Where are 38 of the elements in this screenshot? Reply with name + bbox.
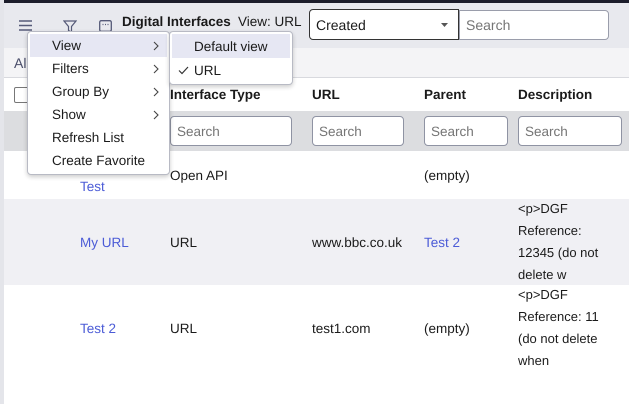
caret-icon: [441, 22, 448, 26]
table-cell: (empty): [424, 168, 470, 182]
column-header[interactable]: Interface Type: [170, 87, 261, 102]
table-cell: (empty): [424, 320, 470, 336]
column-header[interactable]: Description: [518, 87, 592, 102]
column-header[interactable]: URL: [312, 87, 340, 102]
record-link[interactable]: Test 2: [80, 320, 116, 336]
record-link[interactable]: Test: [80, 178, 105, 194]
column-header[interactable]: Parent: [424, 87, 466, 102]
menu-item[interactable]: Group By: [30, 80, 167, 103]
table-cell-text: <p>DGF Reference: 12345 (do not delete w: [518, 200, 600, 284]
column-search-field[interactable]: Search: [170, 116, 292, 146]
list-title: Digital Interfaces: [122, 14, 231, 29]
table-cell-text: <p>DGF Reference: 11 (do not delete when: [518, 286, 600, 370]
breadcrumb[interactable]: Al: [14, 54, 26, 70]
column-search-field[interactable]: Search: [424, 116, 508, 146]
table-cell: URL: [170, 234, 198, 250]
parent-link[interactable]: Test 2: [424, 234, 460, 250]
table-cell: test1.com: [312, 320, 371, 336]
menu-item[interactable]: URL: [172, 58, 290, 82]
menu-item[interactable]: View: [30, 34, 167, 57]
field-select[interactable]: Created: [309, 9, 459, 40]
column-search-field[interactable]: Search: [518, 116, 622, 146]
menu-icon[interactable]: [19, 20, 32, 31]
search-field[interactable]: Search: [459, 10, 609, 40]
table-cell: URL: [170, 320, 198, 336]
view-label: View: URL: [238, 14, 302, 29]
form-icon[interactable]: [99, 20, 112, 32]
column-search-field[interactable]: Search: [312, 116, 404, 146]
menu-item[interactable]: Default view: [172, 34, 290, 58]
record-link[interactable]: My URL: [80, 234, 129, 250]
table-cell: www.bbc.co.uk: [312, 234, 402, 250]
menu-item[interactable]: Refresh List: [30, 126, 167, 149]
menu-item[interactable]: Show: [30, 103, 167, 126]
menu-item[interactable]: Filters: [30, 57, 167, 80]
filter-icon[interactable]: [63, 20, 77, 33]
menu-item[interactable]: Create Favorite: [30, 149, 167, 172]
table-cell: Open API: [170, 168, 228, 182]
